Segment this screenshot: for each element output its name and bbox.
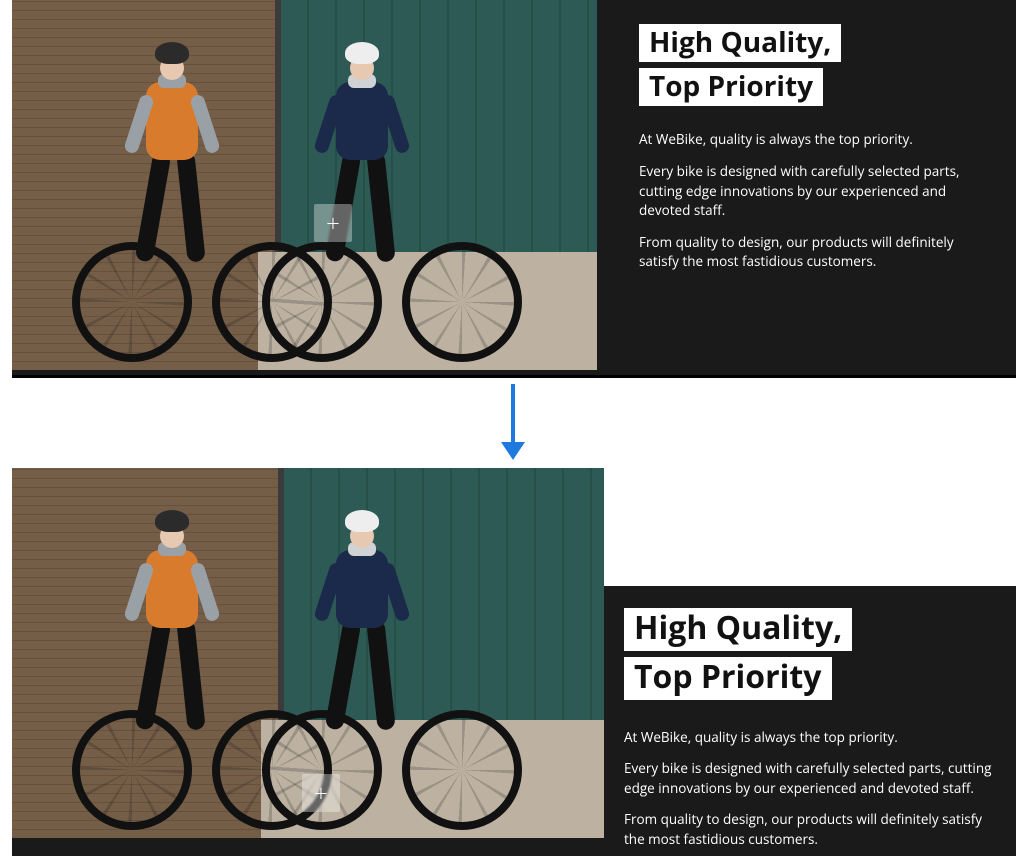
before-panel: + High Quality, Top Priority At WeBike, …	[12, 0, 1016, 378]
arrow-down-icon	[501, 442, 525, 460]
after-panel: + High Quality, Top Priority At WeBike, …	[12, 468, 1016, 856]
text-column-before: High Quality, Top Priority At WeBike, qu…	[639, 24, 994, 284]
heading-line-1: High Quality,	[624, 608, 852, 651]
paragraph: At WeBike, quality is always the top pri…	[639, 130, 994, 150]
text-column-after: High Quality, Top Priority At WeBike, qu…	[624, 608, 1006, 861]
paragraph: From quality to design, our products wil…	[624, 810, 1006, 849]
heading-line-2: Top Priority	[639, 68, 823, 106]
paragraph: Every bike is designed with carefully se…	[624, 759, 1006, 798]
paragraph: At WeBike, quality is always the top pri…	[624, 728, 1006, 748]
cyclist-navy	[272, 510, 452, 830]
image-expand-button[interactable]: +	[314, 204, 352, 242]
section-heading: High Quality, Top Priority	[639, 24, 994, 112]
hero-image-after: +	[12, 468, 604, 838]
image-expand-button[interactable]: +	[302, 774, 340, 812]
paragraph: Every bike is designed with carefully se…	[639, 162, 994, 221]
arrow-shaft	[511, 384, 515, 446]
plus-icon: +	[326, 207, 340, 240]
paragraph: From quality to design, our products wil…	[639, 233, 994, 272]
hero-image-before: +	[12, 0, 597, 370]
heading-line-1: High Quality,	[639, 24, 841, 62]
body-copy: At WeBike, quality is always the top pri…	[639, 130, 994, 271]
transition-arrow	[0, 378, 1024, 468]
plus-icon: +	[314, 777, 328, 810]
heading-line-2: Top Priority	[624, 657, 832, 700]
section-heading: High Quality, Top Priority	[624, 608, 1006, 706]
cyclist-navy	[272, 42, 452, 362]
cyclist-orange	[82, 42, 262, 362]
top-white-cutout	[604, 468, 1016, 586]
cyclist-orange	[82, 510, 262, 830]
body-copy: At WeBike, quality is always the top pri…	[624, 728, 1006, 850]
